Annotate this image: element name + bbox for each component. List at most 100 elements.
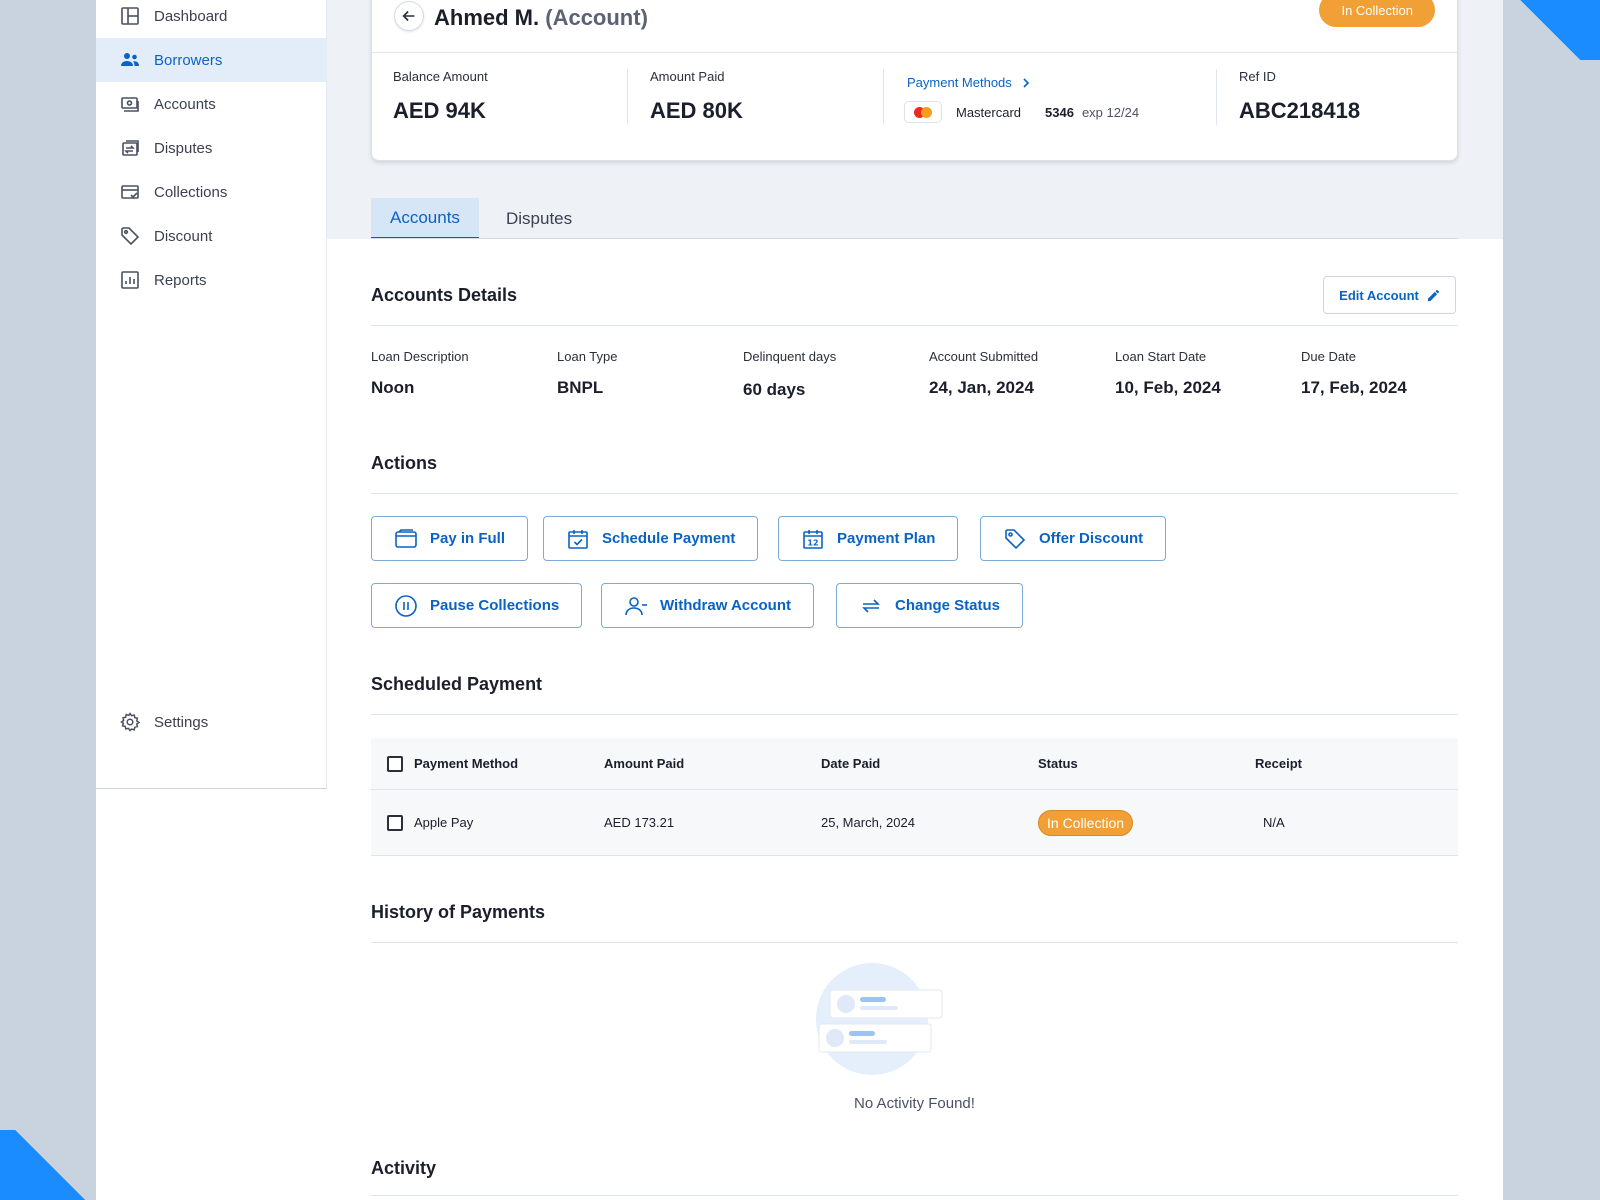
- section-title-account-details: Accounts Details: [371, 285, 518, 305]
- borrower-summary-card: Ahmed M. (Account) In Collection Balance…: [371, 0, 1458, 161]
- sidebar-item-label: Borrowers: [154, 51, 223, 69]
- wallet-icon: [395, 528, 417, 548]
- sidebar-item-label: Accounts: [154, 95, 216, 113]
- button-label: Pause Collections: [430, 597, 560, 614]
- cell-amount-paid: AED 173.21: [604, 815, 675, 830]
- detail-label: Due Date: [1301, 349, 1356, 364]
- tab-disputes[interactable]: Disputes: [488, 198, 590, 239]
- detail-loan-start-date: Loan Start Date 10, Feb, 2024: [1115, 349, 1221, 398]
- select-all-checkbox[interactable]: [387, 738, 403, 789]
- sidebar-item-disputes[interactable]: Disputes: [96, 126, 327, 170]
- empty-state-illustration: [816, 963, 943, 1075]
- divider: [371, 1195, 1458, 1196]
- table-row[interactable]: Apple Pay AED 173.21 25, March, 2024 In …: [371, 790, 1458, 856]
- column-header: Payment Method: [414, 756, 519, 771]
- section-title-activity: Activity: [371, 1158, 437, 1178]
- sidebar-item-borrowers[interactable]: Borrowers: [96, 38, 327, 82]
- payment-methods-link[interactable]: Payment Methods: [907, 75, 1032, 90]
- column-header: Status: [1038, 756, 1078, 771]
- disputes-icon: [120, 138, 140, 158]
- calendar-icon: 12: [803, 529, 823, 549]
- button-label: Offer Discount: [1039, 530, 1144, 547]
- detail-label: Loan Type: [557, 349, 618, 364]
- card-header: Ahmed M. (Account) In Collection: [372, 0, 1457, 53]
- tag-icon: [120, 226, 140, 246]
- calendar-check-icon: [568, 529, 588, 549]
- payment-plan-button[interactable]: 12 Payment Plan: [778, 516, 959, 561]
- back-button[interactable]: [394, 1, 424, 31]
- detail-value: 60 days: [743, 380, 806, 399]
- sidebar-item-label: Collections: [154, 183, 228, 201]
- tab-accounts[interactable]: Accounts: [371, 198, 479, 239]
- divider: [371, 714, 1458, 715]
- detail-value: 17, Feb, 2024: [1301, 378, 1407, 397]
- card-last4: 5346: [1045, 104, 1074, 120]
- amount-paid-label: Amount Paid: [650, 69, 725, 84]
- change-status-button[interactable]: Change Status: [836, 583, 1024, 628]
- reports-icon: [120, 270, 140, 290]
- sidebar-item-discount[interactable]: Discount: [96, 214, 327, 258]
- row-checkbox[interactable]: [387, 790, 403, 855]
- empty-state-text: No Activity Found!: [854, 1095, 975, 1112]
- card-expiry: exp 12/24: [1081, 104, 1140, 120]
- sidebar-item-settings[interactable]: Settings: [96, 700, 327, 744]
- section-title-actions: Actions: [371, 453, 438, 473]
- ref-id-value: ABC218418: [1239, 98, 1361, 123]
- detail-delinquent-days: Delinquent days 60 days: [743, 349, 836, 400]
- refresh-icon: [862, 598, 880, 613]
- detail-label: Delinquent days: [743, 349, 837, 364]
- pause-icon: [395, 594, 417, 617]
- balance-label: Balance Amount: [393, 69, 488, 84]
- sidebar: Dashboard Borrowers Accounts Disputes Co…: [96, 0, 327, 789]
- divider: [627, 69, 628, 125]
- divider: [883, 69, 884, 125]
- column-header: Amount Paid: [604, 756, 685, 771]
- main-content: Ahmed M. (Account) In Collection Balance…: [327, 0, 1503, 1200]
- dashboard-icon: [120, 6, 140, 26]
- tag-icon: [1005, 528, 1026, 549]
- sidebar-item-accounts[interactable]: Accounts: [96, 82, 327, 126]
- withdraw-account-button[interactable]: Withdraw Account: [601, 583, 814, 628]
- decorative-corner: [1500, 0, 1600, 60]
- payment-methods-label: Payment Methods: [907, 75, 1012, 90]
- sidebar-item-dashboard[interactable]: Dashboard: [96, 0, 327, 38]
- section-title-history: History of Payments: [371, 902, 546, 922]
- cell-date-paid: 25, March, 2024: [821, 815, 915, 830]
- decorative-corner: [0, 1130, 100, 1200]
- page-title: Ahmed M. (Account): [434, 5, 648, 31]
- chevron-right-icon: [1023, 77, 1029, 88]
- sidebar-item-collections[interactable]: Collections: [96, 170, 327, 214]
- sidebar-item-reports[interactable]: Reports: [96, 258, 327, 302]
- card-brand: Mastercard: [956, 104, 1022, 120]
- status-badge: In Collection: [1038, 809, 1134, 836]
- page-subtitle: (Account): [545, 5, 648, 30]
- app-window: Dashboard Borrowers Accounts Disputes Co…: [96, 0, 1503, 1200]
- detail-label: Account Submitted: [929, 349, 1039, 364]
- divider: [371, 493, 1458, 494]
- offer-discount-button[interactable]: Offer Discount: [980, 516, 1167, 561]
- table-header: Payment Method Amount Paid Date Paid Sta…: [371, 738, 1458, 790]
- edit-account-button[interactable]: Edit Account: [1323, 276, 1456, 314]
- amount-paid-value: AED 80K: [650, 98, 743, 123]
- section-title-scheduled-payment: Scheduled Payment: [371, 674, 543, 694]
- balance-stat: Balance Amount AED 94K: [393, 69, 488, 124]
- pause-collections-button[interactable]: Pause Collections: [371, 583, 583, 628]
- button-label: Payment Plan: [837, 530, 936, 547]
- pay-in-full-button[interactable]: Pay in Full: [371, 516, 529, 561]
- arrow-left-icon: [402, 10, 415, 22]
- detail-loan-description: Loan Description Noon: [371, 349, 469, 398]
- ref-id-stat: Ref ID ABC218418: [1239, 69, 1360, 124]
- schedule-payment-button[interactable]: Schedule Payment: [543, 516, 759, 561]
- sidebar-item-label: Disputes: [154, 139, 213, 157]
- svg-text:12: 12: [807, 538, 818, 547]
- tab-divider: [371, 238, 1458, 239]
- sidebar-item-label: Dashboard: [154, 7, 228, 25]
- user-minus-icon: [625, 596, 647, 615]
- sidebar-item-label: Reports: [154, 271, 207, 289]
- status-badge: In Collection: [1319, 0, 1435, 27]
- detail-account-submitted: Account Submitted 24, Jan, 2024: [929, 349, 1038, 398]
- gear-icon: [120, 712, 140, 732]
- amount-paid-stat: Amount Paid AED 80K: [650, 69, 743, 124]
- button-label: Schedule Payment: [602, 530, 736, 547]
- button-label: Change Status: [895, 597, 1001, 614]
